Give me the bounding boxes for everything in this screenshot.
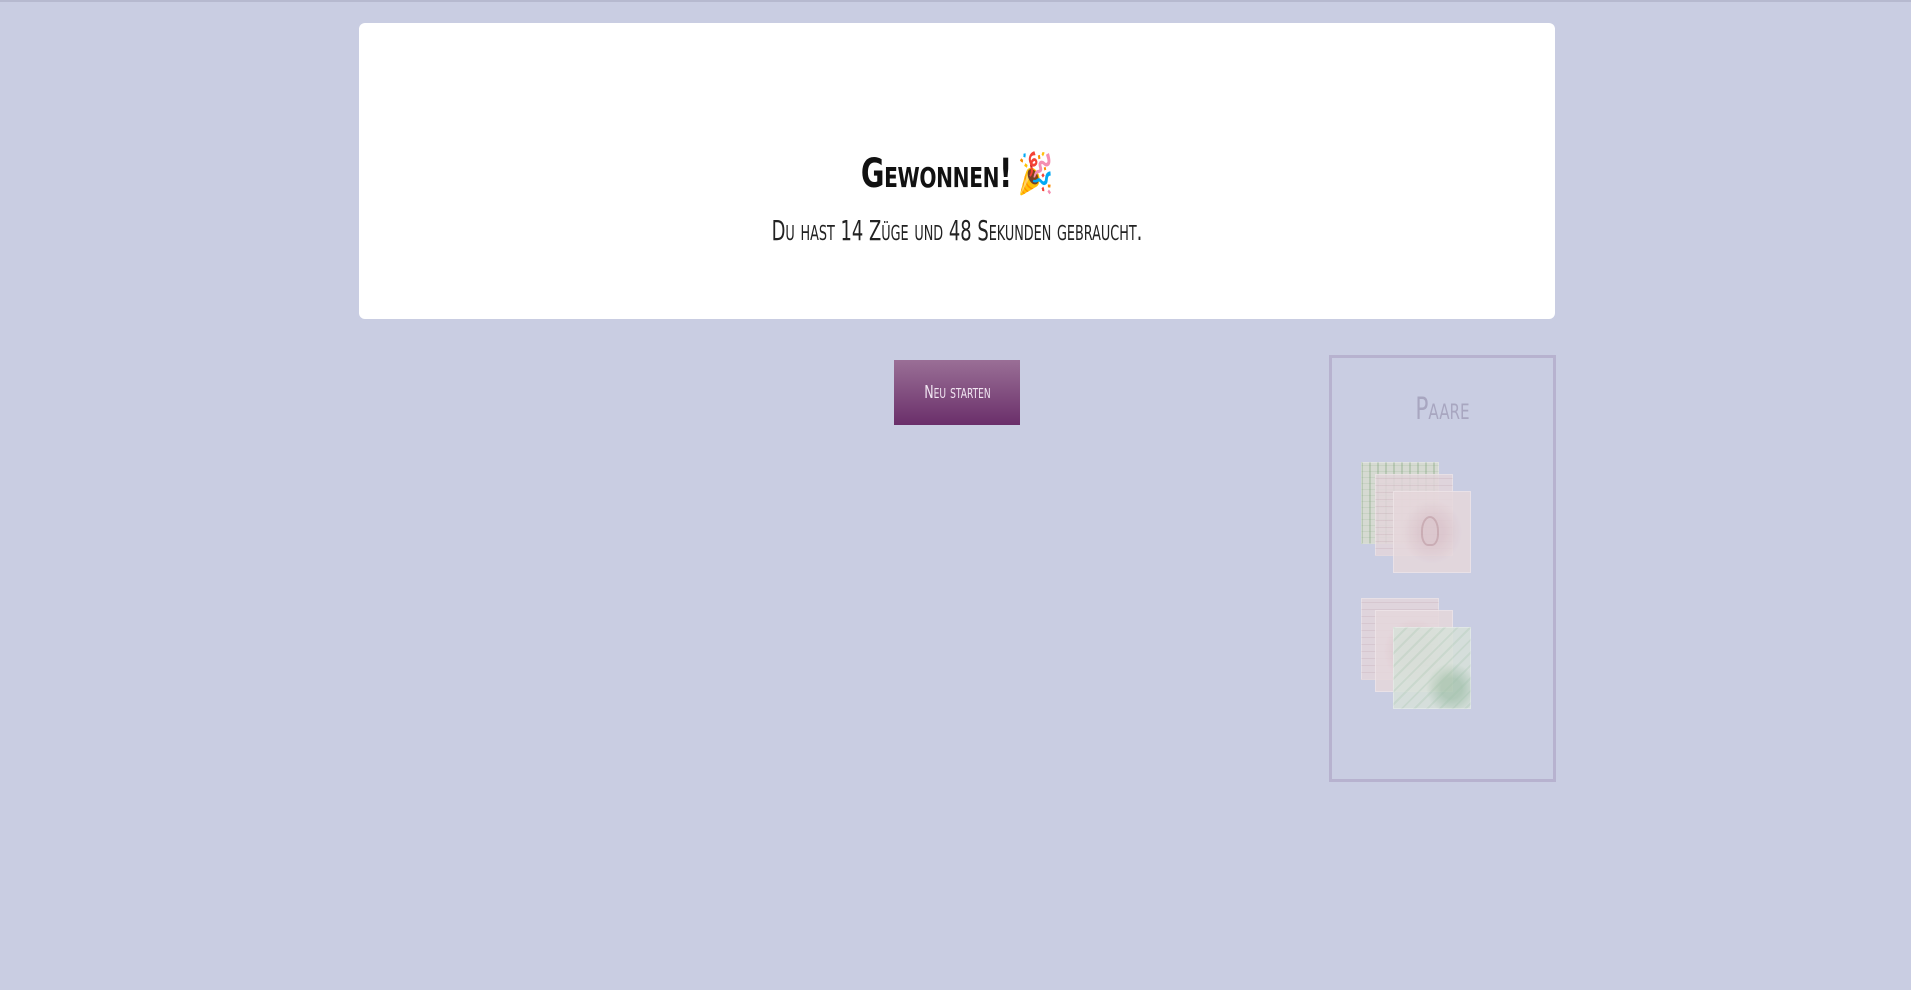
restart-button[interactable]: Neu starten [894,360,1020,425]
result-title-text: Gewonnen! [860,150,1012,197]
result-title: Gewonnen! 🎉 [526,148,1387,200]
result-panel: Gewonnen! 🎉 Du hast 14 Züge und 48 Sekund… [359,23,1555,319]
pair-stack [1361,462,1473,576]
green-stamp-document-card [1393,627,1471,709]
portrait-icon [1421,515,1440,546]
restart-button-label: Neu starten [923,382,991,403]
party-popper-icon: 🎉 [1017,150,1054,197]
pair-stack [1361,598,1473,712]
pairs-title: Paare [1415,392,1470,427]
result-summary: Du hast 14 Züge und 48 Sekunden gebrauch… [771,214,1143,247]
pairs-panel: Paare [1329,355,1556,782]
top-border [0,0,1911,2]
pink-portrait-card [1393,491,1471,573]
